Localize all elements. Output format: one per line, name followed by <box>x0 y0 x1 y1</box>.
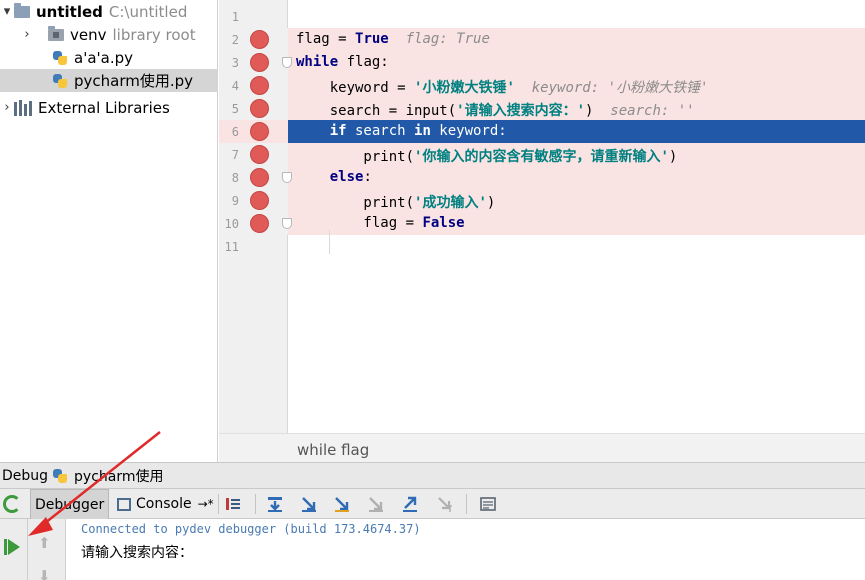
breakpoint-icon[interactable] <box>250 30 269 49</box>
arrow-down-icon[interactable]: ⬇ <box>38 567 51 580</box>
breakpoint-icon[interactable] <box>250 145 269 164</box>
library-root-label: library root <box>112 25 196 44</box>
code-text: print('你输入的内容含有敏感字，请重新输入') <box>296 149 678 165</box>
debug-toolbar: Debugger Console →* <box>0 489 865 519</box>
line-number: 6 <box>231 125 239 139</box>
tree-item-root[interactable]: ▾ untitled C:\untitled <box>0 0 218 23</box>
console-line: 请输入搜索内容： <box>81 545 193 561</box>
rerun-icon[interactable] <box>3 495 21 513</box>
inline-value-hint: search: '' <box>593 103 695 119</box>
force-step-into-icon[interactable] <box>367 495 385 513</box>
code-line[interactable]: 8 else: <box>219 166 865 189</box>
code-text: search = input('请输入搜索内容：') search: '' <box>296 103 695 119</box>
fold-icon[interactable] <box>282 218 292 229</box>
frames-toolbar: ⬆ ⬇ <box>28 519 66 580</box>
indent-guide <box>329 230 330 254</box>
code-text: flag = True flag: True <box>296 31 490 47</box>
venv-label: venv <box>70 25 107 44</box>
line-number: 8 <box>231 171 239 185</box>
debug-side-toolbar <box>0 519 28 580</box>
breakpoint-icon[interactable] <box>250 53 269 72</box>
line-number: 7 <box>231 148 239 162</box>
chevron-right-icon[interactable]: › <box>20 27 34 42</box>
python-file-icon <box>52 50 68 66</box>
line-number: 11 <box>224 240 239 254</box>
debug-tool-window-header: Debug pycharm使用 <box>0 462 865 489</box>
line-number: 9 <box>231 194 239 208</box>
python-file-icon <box>52 73 68 89</box>
file-label: a'a'a.py <box>74 48 133 67</box>
file-label: pycharm使用.py <box>74 72 194 90</box>
tree-item-file-selected[interactable]: pycharm使用.py <box>0 69 218 92</box>
line-number: 10 <box>224 217 239 231</box>
code-text: else: <box>296 169 372 185</box>
code-line[interactable]: 10 flag = False <box>219 212 865 235</box>
code-text: if search in keyword: <box>296 123 507 139</box>
external-libraries-label: External Libraries <box>38 98 170 117</box>
breakpoint-icon[interactable] <box>250 168 269 187</box>
fold-icon[interactable] <box>282 57 292 68</box>
line-number: 5 <box>231 102 239 116</box>
venv-folder-icon <box>48 25 64 41</box>
project-tree: ▾ untitled C:\untitled › venv library ro… <box>0 0 218 462</box>
code-text: print('成功输入') <box>296 195 496 211</box>
code-text: flag = False <box>296 215 465 231</box>
fold-icon[interactable] <box>282 172 292 183</box>
tree-item-venv[interactable]: › venv library root <box>0 23 218 46</box>
code-line-current[interactable]: 6 if search in keyword: <box>219 120 865 143</box>
step-into-my-code-icon[interactable] <box>333 495 351 513</box>
code-line[interactable]: 5 search = input('请输入搜索内容：') search: '' <box>219 97 865 120</box>
breakpoint-icon[interactable] <box>250 122 269 141</box>
code-line[interactable]: 7 print('你输入的内容含有敏感字，请重新输入') <box>219 143 865 166</box>
chevron-down-icon[interactable]: ▾ <box>0 4 14 19</box>
line-number: 1 <box>231 10 239 24</box>
project-path: C:\untitled <box>108 2 188 21</box>
run-to-cursor-icon[interactable] <box>436 495 454 513</box>
breakpoint-icon[interactable] <box>250 191 269 210</box>
arrow-up-icon[interactable]: ⬆ <box>38 534 51 552</box>
code-line[interactable]: 4 keyword = '小粉嫩大铁锤' keyword: '小粉嫩大铁锤' <box>219 74 865 97</box>
tab-console[interactable]: Console →* <box>113 489 218 519</box>
console-icon <box>117 497 131 511</box>
breadcrumb[interactable]: while flag <box>297 441 369 459</box>
chevron-right-icon[interactable]: › <box>0 100 14 115</box>
line-number: 3 <box>231 56 239 70</box>
breakpoint-icon[interactable] <box>250 99 269 118</box>
evaluate-expression-icon[interactable] <box>479 495 497 513</box>
resume-program-icon[interactable] <box>8 539 20 555</box>
project-name: untitled <box>36 2 103 21</box>
code-line[interactable]: 1 <box>219 5 865 28</box>
breakpoint-icon[interactable] <box>250 214 269 233</box>
code-line[interactable]: 3 while flag: <box>219 51 865 74</box>
code-line[interactable]: 9 print('成功输入') <box>219 189 865 212</box>
library-icon <box>14 99 32 116</box>
inline-value-hint: flag: True <box>388 31 490 47</box>
line-number: 4 <box>231 79 239 93</box>
breadcrumb-bar: while flag <box>219 433 865 462</box>
code-line[interactable]: 2 flag = True flag: True <box>219 28 865 51</box>
tab-debugger[interactable]: Debugger <box>30 489 110 519</box>
console-output[interactable]: Connected to pydev debugger (build 173.4… <box>66 519 865 580</box>
console-line: Connected to pydev debugger (build 173.4… <box>81 522 421 536</box>
step-over-icon[interactable] <box>266 495 284 513</box>
folder-icon <box>14 2 30 18</box>
debug-title: Debug <box>2 467 49 484</box>
line-number: 2 <box>231 33 239 47</box>
step-into-icon[interactable] <box>300 495 318 513</box>
code-text: keyword = '小粉嫩大铁锤' keyword: '小粉嫩大铁锤' <box>296 80 709 96</box>
step-out-icon[interactable] <box>401 495 419 513</box>
tree-item-file[interactable]: a'a'a.py <box>0 46 218 69</box>
code-text: while flag: <box>296 54 389 70</box>
tree-item-external-libraries[interactable]: › External Libraries <box>0 96 218 119</box>
inline-value-hint: keyword: '小粉嫩大铁锤' <box>514 80 709 96</box>
pin-icon[interactable]: →* <box>198 497 214 511</box>
run-configuration-name[interactable]: pycharm使用 <box>74 466 163 486</box>
code-line[interactable]: 11 <box>219 235 865 258</box>
code-editor[interactable]: 1 2 flag = True flag: True 3 while flag:… <box>219 0 865 462</box>
show-execution-point-icon[interactable] <box>224 495 242 513</box>
breakpoint-icon[interactable] <box>250 76 269 95</box>
python-file-icon <box>52 468 68 484</box>
